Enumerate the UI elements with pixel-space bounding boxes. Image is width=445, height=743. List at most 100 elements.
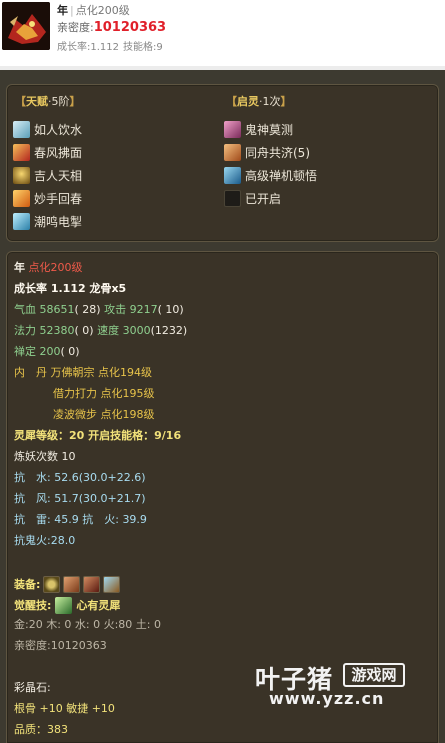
talent-title: 天赋 xyxy=(26,95,48,108)
hp-bonus: ( 28) xyxy=(74,303,101,316)
talent-tier: 5阶 xyxy=(51,95,70,108)
awakening-row: 觉醒技: 心有灵犀 xyxy=(14,596,120,614)
bracket-left: 【 xyxy=(15,95,26,108)
talent-skill[interactable]: 潮鸣电掣 xyxy=(13,212,82,230)
watermark-url: www.yzz.cn xyxy=(269,689,385,708)
watermark-box: 游戏网 xyxy=(343,663,405,687)
spirit-skill[interactable]: 同舟共济(5) xyxy=(224,143,310,161)
zen-insight-icon xyxy=(224,166,241,184)
spd-label: 速度 xyxy=(97,324,120,337)
pet-name: 年 xyxy=(14,261,25,274)
awakening-skill-icon[interactable] xyxy=(55,596,73,614)
inner-core-skill: 万佛朝宗 点化194级 xyxy=(50,366,153,379)
resist-ghostfire-value: 28.0 xyxy=(50,534,76,547)
focus-value: 200 xyxy=(39,345,61,358)
talent-skill[interactable]: 妙手回春 xyxy=(13,189,82,207)
bracer-icon[interactable] xyxy=(83,575,101,593)
spirit-skill-label: 高级禅机顿悟 xyxy=(245,168,318,183)
bracket-left: 【 xyxy=(226,95,237,108)
talent-skill-label: 妙手回春 xyxy=(34,191,83,206)
crystal-label: 彩晶石: xyxy=(14,681,51,694)
pet-name: 年 xyxy=(57,4,68,17)
resist-wind-value: 51.7(30.0+21.7) xyxy=(54,492,146,505)
resist-water-line: 抗 水: 52.6(30.0+22.6) xyxy=(14,471,146,485)
mp-label: 法力 xyxy=(14,324,36,337)
hp-label: 气血 xyxy=(14,303,36,316)
resist-water-value: 52.6(30.0+22.6) xyxy=(54,471,146,484)
resist-thunder-fire-line: 抗 雷: 45.9 抗 火: 39.9 xyxy=(14,513,147,527)
title-divider: | xyxy=(70,4,74,17)
equipment-row: 装备: xyxy=(14,575,121,593)
fortune-icon xyxy=(13,166,30,184)
growth-line: 成长率:1.112 技能格:9 xyxy=(57,38,167,53)
focus-label: 禅定 xyxy=(14,345,36,358)
same-boat-icon xyxy=(224,143,241,161)
water-drink-icon xyxy=(13,120,30,138)
spirit-level-line: 灵犀等级：20 开启技能格：9/16 xyxy=(14,429,182,442)
equip-label: 装备: xyxy=(14,578,41,591)
focus-line: 禅定 200( 0) xyxy=(14,345,80,359)
mp-spd-line: 法力 52380( 0) 速度 3000(1232) xyxy=(14,324,187,338)
spirit-skill[interactable]: 已开启 xyxy=(224,189,281,207)
pet-header: 年 | 点化200级 亲密度:10120363 成长率:1.112 技能格:9 xyxy=(0,0,445,60)
hp-atk-line: 气血 58651( 28) 攻击 9217( 10) xyxy=(14,303,184,317)
tide-thunder-icon xyxy=(13,212,30,230)
pet-level-tag: 点化200级 xyxy=(75,4,130,17)
quality-line: 品质：383 xyxy=(14,723,68,736)
resist-wind-label: 抗 风: xyxy=(14,492,51,505)
awake-skill-name: 心有灵犀 xyxy=(76,599,121,612)
spirit-count: 1次 xyxy=(262,95,281,108)
skills-panel: 【天赋·5阶】 【启灵·1次】 如人饮水 春风拂面 吉人天相 妙手回春 潮鸣电掣… xyxy=(6,84,439,242)
resist-ghostfire-label: 抗鬼火: xyxy=(14,534,51,547)
spirit-title: 启灵 xyxy=(237,95,259,108)
locked-slot-icon xyxy=(224,189,241,207)
spirit-skill-label: 已开启 xyxy=(245,191,282,206)
skill-slots: 技能格:9 xyxy=(123,42,163,53)
wing-icon[interactable] xyxy=(103,575,121,593)
spirit-header: 【启灵·1次】 xyxy=(226,93,292,108)
growth-line: 成长率 1.112 龙骨x5 xyxy=(14,282,127,295)
site-watermark: 叶子猪 游戏网 www.yzz.cn xyxy=(255,660,445,710)
intimacy-line: 亲密度:10120363 xyxy=(14,639,107,652)
talent-skill[interactable]: 春风拂面 xyxy=(13,143,82,161)
atk-value: 9217 xyxy=(129,303,158,316)
crystal-value: 根骨 +10 敏捷 +10 xyxy=(14,702,115,715)
resist-thunder-label: 抗 雷: xyxy=(14,513,51,526)
inner-core-label: 内 丹 xyxy=(14,366,47,379)
armor-icon[interactable] xyxy=(63,575,81,593)
spd-bonus: (1232) xyxy=(150,324,188,337)
inner-core-skill: 借力打力 点化195级 xyxy=(53,387,155,400)
pet-avatar[interactable] xyxy=(2,2,50,50)
ghost-mystery-icon xyxy=(224,120,241,138)
mp-bonus: ( 0) xyxy=(74,324,94,337)
hp-value: 58651 xyxy=(39,303,75,316)
bracket-right: 】 xyxy=(69,95,81,108)
pet-level: 点化200级 xyxy=(28,261,83,274)
talent-skill[interactable]: 吉人天相 xyxy=(13,166,82,184)
inner-core-skill: 凌波微步 点化198级 xyxy=(53,408,155,421)
spirit-skill-label: 同舟共济(5) xyxy=(245,145,310,160)
healing-hand-icon xyxy=(13,189,30,207)
talent-skill-label: 如人饮水 xyxy=(34,122,83,137)
resist-ghostfire-line: 抗鬼火:28.0 xyxy=(14,534,75,548)
ring-icon[interactable] xyxy=(43,575,61,593)
talent-skill-label: 春风拂面 xyxy=(34,145,83,160)
resist-thunder-value: 45.9 xyxy=(54,513,79,526)
elements-line: 金:20 木: 0 水: 0 火:80 土: 0 xyxy=(14,618,161,631)
pet-name-line: 年 点化200级 xyxy=(14,261,83,275)
spirit-skill-label: 鬼神莫测 xyxy=(245,122,294,137)
talent-header: 【天赋·5阶】 xyxy=(15,93,81,108)
pet-title-line: 年 | 点化200级 xyxy=(57,2,130,18)
talent-skill[interactable]: 如人饮水 xyxy=(13,120,82,138)
mp-value: 52380 xyxy=(39,324,75,337)
awake-label: 觉醒技: xyxy=(14,599,52,612)
spring-wind-icon xyxy=(13,143,30,161)
resist-fire-value: 39.9 xyxy=(122,513,147,526)
spirit-skill[interactable]: 鬼神莫测 xyxy=(224,120,293,138)
spd-value: 3000 xyxy=(122,324,151,337)
inner-core-line: 内 丹 万佛朝宗 点化194级 xyxy=(14,366,152,380)
atk-bonus: ( 10) xyxy=(157,303,184,316)
atk-label: 攻击 xyxy=(104,303,127,316)
focus-bonus: ( 0) xyxy=(60,345,80,358)
spirit-skill[interactable]: 高级禅机顿悟 xyxy=(224,166,317,184)
